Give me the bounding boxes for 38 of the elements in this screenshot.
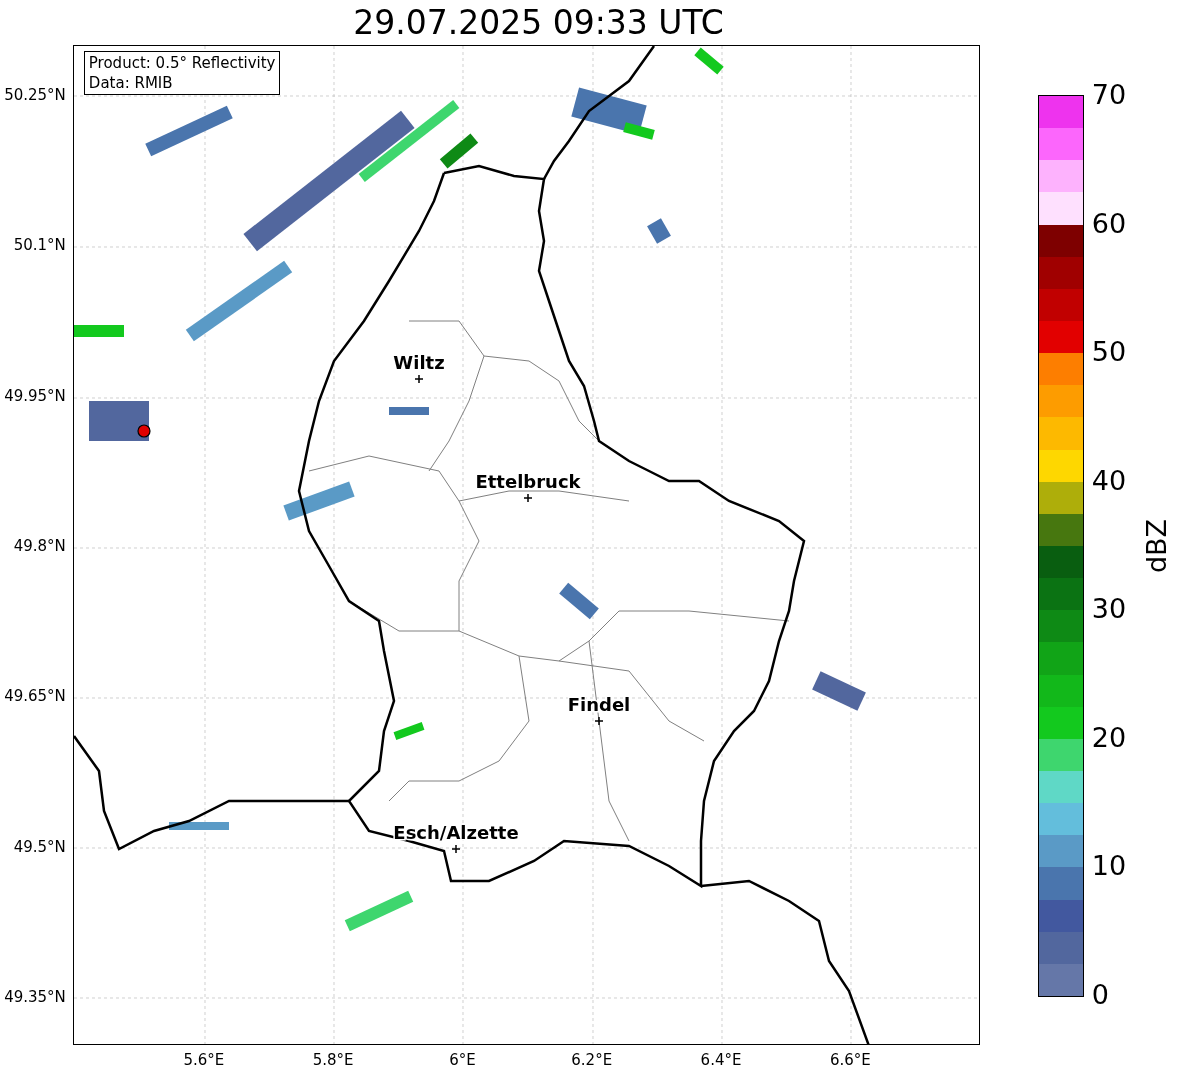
longitude-label: 6°E [448,1051,477,1069]
info-text: Product: 0.5° Reflectivity [88,53,276,73]
colorbar-tick-label: 30 [1091,594,1127,625]
city-marker-icon [414,374,424,384]
latitude-label: 49.35°N [4,987,66,1006]
latitude-label: 50.25°N [4,86,66,104]
info-text: Data: RMIB [88,73,174,93]
longitude-label: 6.6°E [828,1051,872,1069]
colorbar-tick-label: 0 [1091,980,1109,1010]
city-label: Findel [567,694,631,715]
colorbar-tick-label: 40 [1091,465,1127,496]
longitude-label: 6.4°E [699,1051,743,1069]
radar-site-icon [137,424,151,438]
colorbar-tick-label: 60 [1091,208,1127,239]
city-marker-icon [451,844,461,854]
city-label: Esch/Alzette [393,822,519,843]
radar-echo [73,325,124,337]
latitude-label: 50.1°N [13,236,66,255]
city-label: Ettelbruck [475,471,581,492]
latitude-label: 49.65°N [4,687,66,706]
city-label: Wiltz [393,352,445,373]
city-marker-icon [523,493,533,503]
colorbar-tick-label: 10 [1091,851,1127,882]
colorbar-tick-label: 70 [1091,80,1127,110]
chart-title: 29.07.2025 09:33 UTC [353,2,724,44]
radar-echo [388,407,429,415]
radar-echo [88,401,149,441]
latitude-label: 49.8°N [13,536,66,555]
city-marker-icon [594,716,604,726]
longitude-label: 5.8°E [311,1051,355,1069]
longitude-label: 6.2°E [570,1051,614,1069]
colorbar-tick-label: 20 [1091,722,1127,753]
longitude-label: 5.6°E [182,1051,226,1069]
radar-echo [168,822,229,830]
latitude-label: 49.5°N [13,837,66,856]
colorbar-tick-label: 50 [1091,337,1127,368]
colorbar-label: dBZ [1141,518,1172,574]
latitude-label: 49.95°N [4,386,66,405]
